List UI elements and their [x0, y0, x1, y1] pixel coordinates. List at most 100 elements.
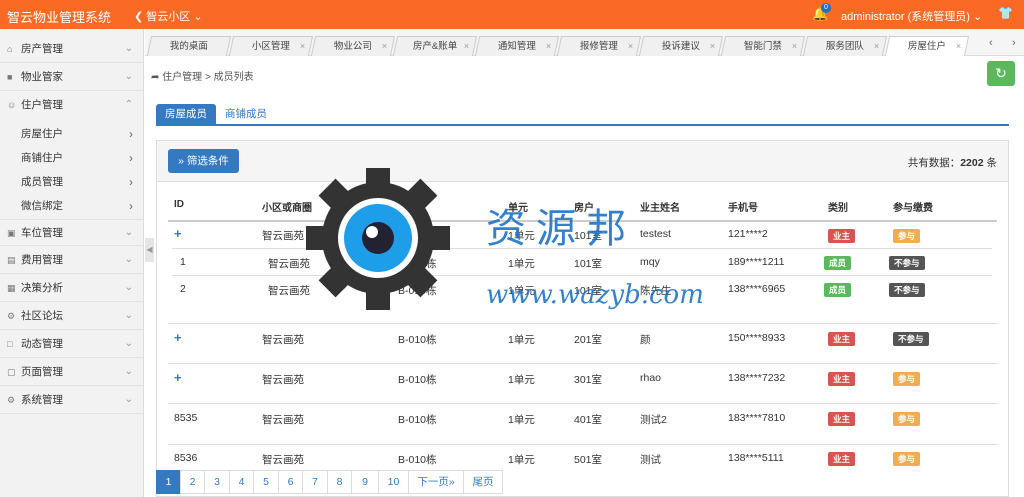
tab-community[interactable]: 小区管理 ×: [228, 36, 314, 56]
sidebar-item-system[interactable]: ⚙ 系统管理 ⌄: [0, 387, 144, 414]
cell-room: 101室: [574, 258, 603, 270]
column-header-building[interactable]: 栋宇: [398, 199, 418, 214]
tab-access[interactable]: 智能门禁 ×: [720, 36, 806, 56]
chevron-right-icon: ›: [129, 175, 133, 189]
expand-icon[interactable]: +: [174, 226, 182, 241]
sidebar-subitem-shop-residents[interactable]: 商铺住户 ›: [0, 146, 144, 170]
tab-house-residents[interactable]: 房屋住户 ×: [884, 36, 970, 56]
pay-badge: 参与: [893, 452, 921, 466]
tab-desktop[interactable]: 我的桌面: [146, 36, 232, 56]
chart-icon: ▦: [7, 283, 16, 293]
column-header-pay[interactable]: 参与缴费: [893, 199, 933, 214]
close-icon[interactable]: ×: [628, 37, 633, 56]
cell-room: 201室: [574, 334, 603, 346]
page-9[interactable]: 9: [351, 470, 379, 494]
page-8[interactable]: 8: [327, 470, 352, 494]
page-4[interactable]: 4: [229, 470, 254, 494]
sidebar-item-pages[interactable]: ▢ 页面管理 ⌄: [0, 359, 144, 386]
total-count: 共有数据：2202 条: [908, 155, 997, 170]
next-page-button[interactable]: 下一页»: [408, 470, 464, 494]
sidebar-item-label: 页面管理: [21, 366, 63, 378]
cell-community: 智云画苑: [262, 334, 304, 346]
refresh-button[interactable]: ↻: [987, 61, 1015, 86]
column-header-id[interactable]: ID: [174, 199, 184, 210]
sidebar-subitem-members[interactable]: 成员管理 ›: [0, 170, 144, 194]
close-icon[interactable]: ×: [382, 37, 387, 56]
app-title[interactable]: 智云物业管理系统: [7, 7, 111, 26]
page-10[interactable]: 10: [378, 470, 409, 494]
column-header-room[interactable]: 房户: [574, 199, 594, 214]
chevron-down-icon: ⌄: [124, 338, 133, 349]
page-1[interactable]: 1: [156, 470, 181, 494]
cell-phone: 138****5111: [728, 452, 784, 464]
header-divider: [168, 220, 997, 222]
page-icon: ▢: [7, 367, 16, 377]
sidebar-item-label: 房屋住户: [21, 128, 63, 140]
sidebar-item-steward[interactable]: ■ 物业管家 ⌄: [0, 64, 144, 91]
close-icon[interactable]: ×: [874, 37, 879, 56]
sidebar-item-forum[interactable]: ⚙ 社区论坛 ⌄: [0, 303, 144, 330]
cell-unit: 1单元: [508, 230, 535, 242]
column-header-unit[interactable]: 单元: [508, 199, 528, 214]
page-3[interactable]: 3: [204, 470, 230, 494]
sidebar-item-residents[interactable]: ☺ 住户管理 ⌃: [0, 92, 144, 119]
tab-label: 通知管理: [497, 41, 536, 52]
sidebar-item-property[interactable]: ⌂ 房产管理 ⌄: [0, 36, 144, 63]
chevron-down-icon: ⌄: [124, 310, 133, 321]
close-icon[interactable]: ×: [464, 37, 469, 56]
column-header-phone[interactable]: 手机号: [728, 199, 758, 214]
sidebar-item-news[interactable]: □ 动态管理 ⌄: [0, 331, 144, 358]
sidebar-collapse-toggle[interactable]: ◀: [145, 238, 154, 262]
column-header-type[interactable]: 类别: [828, 199, 848, 214]
tab-service[interactable]: 服务团队 ×: [802, 36, 888, 56]
close-icon[interactable]: ×: [710, 37, 715, 56]
tab-company[interactable]: 物业公司 ×: [310, 36, 396, 56]
row-divider: [168, 444, 997, 445]
chevron-right-icon: ›: [129, 127, 133, 141]
chevron-right-icon[interactable]: ›: [1012, 37, 1016, 49]
user-name: administrator (系统管理员): [841, 11, 970, 23]
expand-icon[interactable]: +: [174, 370, 182, 385]
cell-phone: 189****1211: [728, 256, 785, 268]
filter-button[interactable]: » 筛选条件: [168, 149, 239, 173]
cell-id: 8536: [174, 452, 198, 464]
tab-repair[interactable]: 报修管理 ×: [556, 36, 642, 56]
sidebar-item-analysis[interactable]: ▦ 决策分析 ⌄: [0, 275, 144, 302]
community-switcher[interactable]: ❮ 智云小区 ⌄: [134, 8, 203, 24]
news-icon: □: [7, 339, 13, 349]
share-icon: ❮: [134, 11, 144, 23]
close-icon[interactable]: ×: [792, 37, 797, 56]
sidebar-item-label: 微信绑定: [21, 200, 63, 212]
skin-icon[interactable]: 👕: [998, 6, 1013, 20]
expand-icon[interactable]: +: [174, 330, 182, 345]
page-5[interactable]: 5: [253, 470, 279, 494]
last-page-button[interactable]: 尾页: [463, 470, 503, 494]
user-menu[interactable]: administrator (系统管理员) ⌄: [841, 8, 982, 24]
page-2[interactable]: 2: [180, 470, 205, 494]
sidebar-subitem-wechat[interactable]: 微信绑定 ›: [0, 194, 144, 218]
sidebar-item-label: 商铺住户: [21, 152, 63, 164]
page-7[interactable]: 7: [302, 470, 328, 494]
tab-shop-members[interactable]: 商铺成员: [216, 104, 276, 125]
sidebar-item-fees[interactable]: ▤ 费用管理 ⌄: [0, 247, 144, 274]
tab-complaint[interactable]: 投诉建议 ×: [638, 36, 724, 56]
page-6[interactable]: 6: [278, 470, 303, 494]
row-divider: [172, 275, 992, 276]
tab-house-members[interactable]: 房屋成员: [156, 104, 216, 125]
column-header-owner[interactable]: 业主姓名: [640, 199, 680, 214]
tab-property-bill[interactable]: 房产&账单 ×: [392, 36, 478, 56]
cell-building: B-010栋: [398, 230, 437, 242]
pay-badge: 不参与: [889, 283, 925, 297]
chevron-double-down-icon: »: [178, 155, 184, 167]
close-icon[interactable]: ×: [956, 37, 961, 56]
close-icon[interactable]: ×: [300, 37, 305, 56]
pay-badge: 参与: [893, 372, 921, 386]
column-header-community[interactable]: 小区或商圈: [262, 199, 312, 214]
cell-community: 智云画苑: [262, 414, 304, 426]
chevron-left-icon[interactable]: ‹: [989, 37, 993, 49]
sidebar-item-parking[interactable]: ▣ 车位管理 ⌄: [0, 219, 144, 246]
tab-notice[interactable]: 通知管理 ×: [474, 36, 560, 56]
close-icon[interactable]: ×: [546, 37, 551, 56]
cell-building: B-010栋: [398, 285, 437, 297]
sidebar-subitem-house-residents[interactable]: 房屋住户 ›: [0, 122, 144, 146]
